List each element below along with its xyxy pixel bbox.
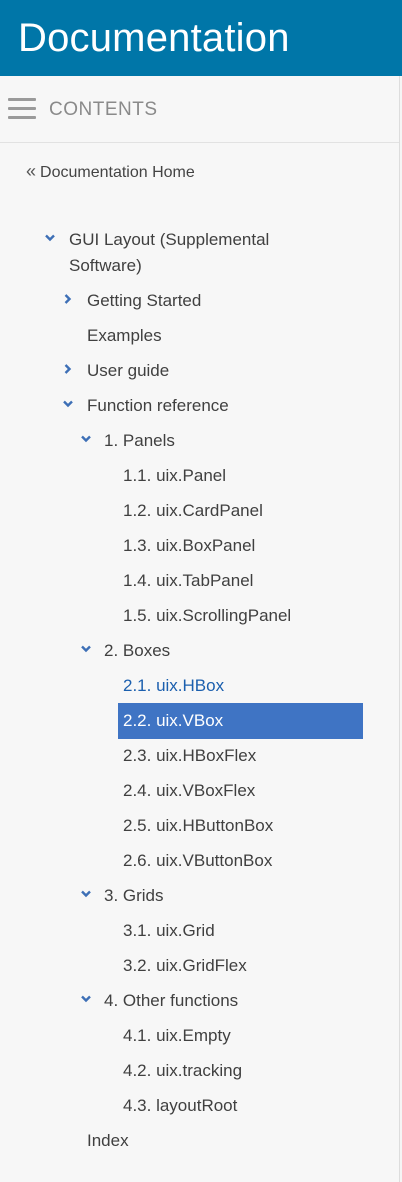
chevron-right-icon[interactable]	[62, 363, 74, 375]
hamburger-menu-icon[interactable]	[8, 98, 36, 120]
chevron-down-icon[interactable]	[44, 232, 56, 244]
tree-item-other-functions[interactable]: 4. Other functions	[104, 988, 238, 1014]
tree-item-examples[interactable]: Examples	[87, 323, 162, 349]
tree-item-uix-boxpanel[interactable]: 1.3. uix.BoxPanel	[123, 533, 255, 559]
tree-item-uix-grid[interactable]: 3.1. uix.Grid	[123, 918, 215, 944]
contents-toggle[interactable]: CONTENTS	[0, 76, 399, 143]
tree-item-uix-vbuttonbox[interactable]: 2.6. uix.VButtonBox	[123, 848, 272, 874]
tree-item-function-reference[interactable]: Function reference	[87, 393, 229, 419]
tree-item-uix-gridflex[interactable]: 3.2. uix.GridFlex	[123, 953, 247, 979]
chevron-down-icon[interactable]	[80, 993, 92, 1005]
tree-item-uix-hboxflex[interactable]: 2.3. uix.HBoxFlex	[123, 743, 256, 769]
tree-item-gui-layout[interactable]: GUI Layout (Supplemental Software)	[69, 227, 319, 279]
tree-item-boxes[interactable]: 2. Boxes	[104, 638, 170, 664]
tree-item-uix-hbox[interactable]: 2.1. uix.HBox	[123, 673, 224, 699]
tree-item-uix-tabpanel[interactable]: 1.4. uix.TabPanel	[123, 568, 253, 594]
double-chevron-left-icon: «	[26, 161, 37, 181]
documentation-home-label: Documentation Home	[40, 164, 195, 181]
tree-item-uix-tracking[interactable]: 4.2. uix.tracking	[123, 1058, 242, 1084]
chevron-down-icon[interactable]	[80, 433, 92, 445]
contents-label[interactable]: CONTENTS	[49, 98, 158, 122]
chevron-down-icon[interactable]	[62, 398, 74, 410]
tree-item-panels[interactable]: 1. Panels	[104, 428, 175, 454]
tree-item-uix-empty[interactable]: 4.1. uix.Empty	[123, 1023, 231, 1049]
chevron-down-icon[interactable]	[80, 643, 92, 655]
tree-item-uix-scrollingpanel[interactable]: 1.5. uix.ScrollingPanel	[123, 603, 291, 629]
tree-item-layoutroot[interactable]: 4.3. layoutRoot	[123, 1093, 237, 1119]
header-bar: Documentation	[0, 0, 402, 76]
tree-item-index[interactable]: Index	[87, 1128, 129, 1154]
tree-item-grids[interactable]: 3. Grids	[104, 883, 164, 909]
tree-item-uix-cardpanel[interactable]: 1.2. uix.CardPanel	[123, 498, 263, 524]
tree-item-user-guide[interactable]: User guide	[87, 358, 169, 384]
page-title[interactable]: Documentation	[18, 14, 290, 62]
tree-item-uix-vboxflex[interactable]: 2.4. uix.VBoxFlex	[123, 778, 255, 804]
tree-item-uix-vbox[interactable]: 2.2. uix.VBox	[123, 708, 223, 734]
chevron-right-icon[interactable]	[62, 293, 74, 305]
tree-item-getting-started[interactable]: Getting Started	[87, 288, 201, 314]
tree-item-uix-hbuttonbox[interactable]: 2.5. uix.HButtonBox	[123, 813, 273, 839]
chevron-down-icon[interactable]	[80, 888, 92, 900]
documentation-home-link[interactable]: «Documentation Home	[26, 160, 195, 184]
tree-item-uix-panel[interactable]: 1.1. uix.Panel	[123, 463, 226, 489]
